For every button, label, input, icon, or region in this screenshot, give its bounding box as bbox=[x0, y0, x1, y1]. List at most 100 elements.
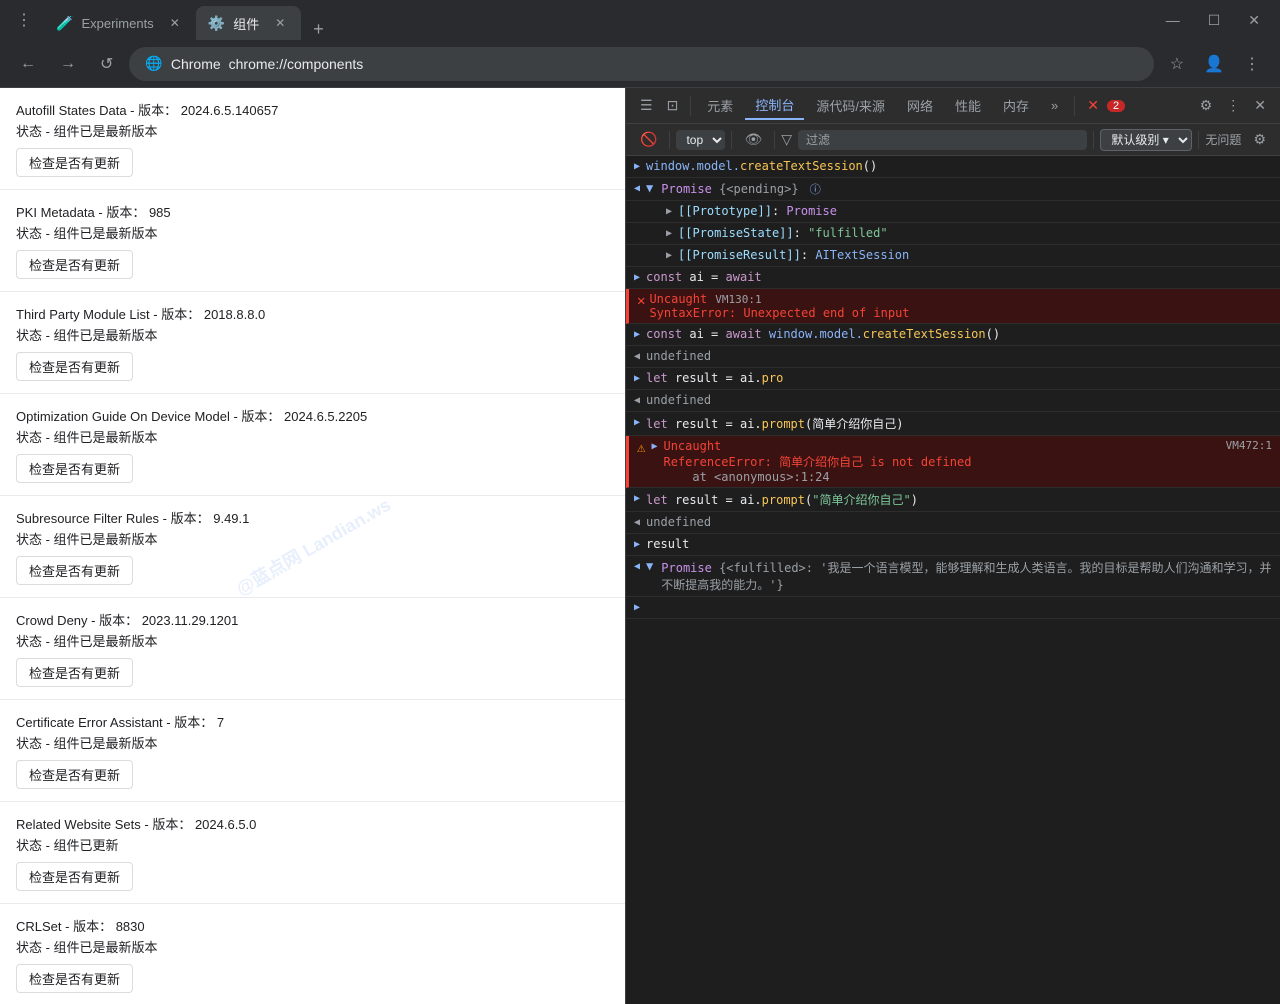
titlebar: ⋮ 🧪 Experiments ✕ ⚙️ 组件 ✕ + — ☐ ✕ bbox=[0, 0, 1280, 40]
check-update-button[interactable]: 检查是否有更新 bbox=[16, 250, 133, 279]
arrow-right-icon[interactable]: ▶ bbox=[634, 161, 640, 172]
reload-button[interactable]: ↺ bbox=[92, 48, 121, 80]
tab-console[interactable]: 控制台 bbox=[745, 91, 804, 120]
forward-button[interactable]: → bbox=[52, 49, 84, 79]
component-name: Related Website Sets - 版本： 2024.6.5.0 bbox=[16, 814, 609, 833]
console-line-text bbox=[646, 600, 1272, 614]
devtools-layout-btn[interactable]: ⊡ bbox=[661, 93, 685, 118]
arrow-right-icon[interactable]: ▶ bbox=[666, 250, 672, 261]
check-update-button[interactable]: 检查是否有更新 bbox=[16, 148, 133, 177]
browser-menu-button[interactable]: ⋮ bbox=[1236, 48, 1268, 80]
no-issues-label: 无问题 bbox=[1205, 131, 1241, 148]
console-content: ▶ window.model.createTextSession() ◀ ▼ P… bbox=[626, 156, 1280, 1004]
arrow-right-icon[interactable]: ▶ bbox=[666, 206, 672, 217]
tab-memory[interactable]: 内存 bbox=[993, 92, 1039, 119]
tab-label-experiments: Experiments bbox=[81, 16, 153, 31]
component-name: Crowd Deny - 版本： 2023.11.29.1201 bbox=[16, 610, 609, 629]
tab-components[interactable]: ⚙️ 组件 ✕ bbox=[196, 6, 302, 40]
component-name: PKI Metadata - 版本： 985 bbox=[16, 202, 609, 221]
new-tab-button[interactable]: + bbox=[305, 19, 332, 40]
check-update-button[interactable]: 检查是否有更新 bbox=[16, 556, 133, 585]
window-controls: — ☐ ✕ bbox=[1154, 8, 1272, 33]
console-sep-1 bbox=[669, 131, 670, 149]
components-list: Autofill States Data - 版本： 2024.6.5.1406… bbox=[0, 88, 625, 1004]
arrow-left-icon[interactable]: ◀ bbox=[634, 561, 640, 572]
devtools-close-btn[interactable]: ✕ bbox=[1248, 93, 1272, 118]
console-eye-btn[interactable]: 👁 bbox=[738, 128, 768, 151]
arrow-right-icon[interactable]: ▶ bbox=[634, 272, 640, 283]
back-button[interactable]: ← bbox=[12, 49, 44, 79]
arrow-left-icon[interactable]: ◀ bbox=[634, 183, 640, 194]
close-button[interactable]: ✕ bbox=[1236, 8, 1272, 33]
component-item: Autofill States Data - 版本： 2024.6.5.1406… bbox=[0, 88, 625, 190]
console-line-text: Promise {<fulfilled>: '我是一个语言模型，能够理解和生成人… bbox=[661, 559, 1272, 593]
expand-icon[interactable]: ▼ bbox=[646, 181, 653, 195]
tab-close-components[interactable]: ✕ bbox=[271, 14, 289, 32]
check-update-button[interactable]: 检查是否有更新 bbox=[16, 658, 133, 687]
check-update-button[interactable]: 检查是否有更新 bbox=[16, 862, 133, 891]
console-line: ▶ window.model.createTextSession() bbox=[626, 156, 1280, 178]
tab-icon-components: ⚙️ bbox=[208, 15, 225, 32]
component-item: Crowd Deny - 版本： 2023.11.29.1201 状态 - 组件… bbox=[0, 598, 625, 700]
arrow-left-icon[interactable]: ◀ bbox=[634, 395, 640, 406]
console-line-text: Promise {<pending>} ⓘ bbox=[661, 181, 1272, 197]
component-status: 状态 - 组件已是最新版本 bbox=[16, 427, 609, 446]
tab-experiments[interactable]: 🧪 Experiments ✕ bbox=[44, 6, 196, 40]
tab-sources[interactable]: 源代码/来源 bbox=[806, 92, 895, 119]
addressbar-actions: ☆ 👤 ⋮ bbox=[1162, 48, 1268, 80]
component-name: Third Party Module List - 版本： 2018.8.8.0 bbox=[16, 304, 609, 323]
console-settings-btn[interactable]: ⚙ bbox=[1247, 127, 1272, 152]
maximize-button[interactable]: ☐ bbox=[1196, 8, 1233, 33]
arrow-right-icon[interactable]: ▶ bbox=[634, 329, 640, 340]
browser-menu-btn[interactable]: ⋮ bbox=[8, 6, 40, 34]
arrow-right-icon[interactable]: ▶ bbox=[634, 493, 640, 504]
tab-performance[interactable]: 性能 bbox=[945, 92, 991, 119]
console-line-text: const ai = await window.model.createText… bbox=[646, 327, 1272, 341]
tab-network[interactable]: 网络 bbox=[897, 92, 943, 119]
component-name: Certificate Error Assistant - 版本： 7 bbox=[16, 712, 609, 731]
console-line: ▶ const ai = await window.model.createTe… bbox=[626, 324, 1280, 346]
arrow-right-icon[interactable]: ▶ bbox=[651, 441, 657, 452]
console-clear-btn[interactable]: 🚫 bbox=[634, 128, 663, 151]
url-bar[interactable]: 🌐 Chrome chrome://components bbox=[129, 47, 1153, 81]
devtools-settings-btn[interactable]: ⚙ bbox=[1194, 93, 1219, 118]
check-update-button[interactable]: 检查是否有更新 bbox=[16, 352, 133, 381]
component-status: 状态 - 组件已是最新版本 bbox=[16, 631, 609, 650]
arrow-left-icon[interactable]: ◀ bbox=[634, 517, 640, 528]
console-line-text: const ai = await bbox=[646, 270, 1272, 284]
check-update-button[interactable]: 检查是否有更新 bbox=[16, 454, 133, 483]
component-status: 状态 - 组件已是最新版本 bbox=[16, 529, 609, 548]
console-line: ▶ let result = ai.prompt(简单介绍你自己) bbox=[626, 412, 1280, 436]
check-update-button[interactable]: 检查是否有更新 bbox=[16, 964, 133, 993]
console-line: ◀ ▼ Promise {<fulfilled>: '我是一个语言模型，能够理解… bbox=[626, 556, 1280, 597]
component-item: Optimization Guide On Device Model - 版本：… bbox=[0, 394, 625, 496]
arrow-right-icon[interactable]: ▶ bbox=[634, 602, 640, 613]
devtools-dots-btn[interactable]: ⋮ bbox=[1220, 93, 1246, 118]
console-line: ▶ [[PromiseState]]: "fulfilled" bbox=[626, 223, 1280, 245]
arrow-right-icon[interactable]: ▶ bbox=[634, 373, 640, 384]
profile-button[interactable]: 👤 bbox=[1196, 48, 1232, 80]
component-item: CRLSet - 版本： 8830 状态 - 组件已是最新版本 检查是否有更新 bbox=[0, 904, 625, 1004]
tab-more[interactable]: » bbox=[1041, 94, 1068, 117]
check-update-button[interactable]: 检查是否有更新 bbox=[16, 760, 133, 789]
tab-close-experiments[interactable]: ✕ bbox=[166, 14, 184, 32]
console-line: ◀ undefined bbox=[626, 390, 1280, 412]
url-text: chrome://components bbox=[229, 56, 364, 72]
expand-icon-2[interactable]: ▼ bbox=[646, 559, 653, 573]
console-line: ◀ undefined bbox=[626, 512, 1280, 534]
error-icon: ✕ bbox=[637, 293, 645, 309]
arrow-right-icon[interactable]: ▶ bbox=[666, 228, 672, 239]
console-line-text: [[Prototype]]: Promise bbox=[678, 204, 1272, 218]
arrow-right-icon[interactable]: ▶ bbox=[634, 417, 640, 428]
arrow-right-icon[interactable]: ▶ bbox=[634, 539, 640, 550]
tab-elements[interactable]: 元素 bbox=[697, 92, 743, 119]
bookmark-button[interactable]: ☆ bbox=[1162, 48, 1192, 80]
info-icon: ⓘ bbox=[810, 183, 821, 196]
minimize-button[interactable]: — bbox=[1154, 8, 1192, 32]
devtools-menu-btn[interactable]: ☰ bbox=[634, 93, 659, 118]
console-filter-input[interactable] bbox=[798, 130, 1087, 150]
console-sep-5 bbox=[1198, 131, 1199, 149]
console-level-select[interactable]: 默认级别 ▾ bbox=[1100, 129, 1192, 151]
console-context-select[interactable]: top bbox=[676, 130, 725, 150]
arrow-left-icon[interactable]: ◀ bbox=[634, 351, 640, 362]
